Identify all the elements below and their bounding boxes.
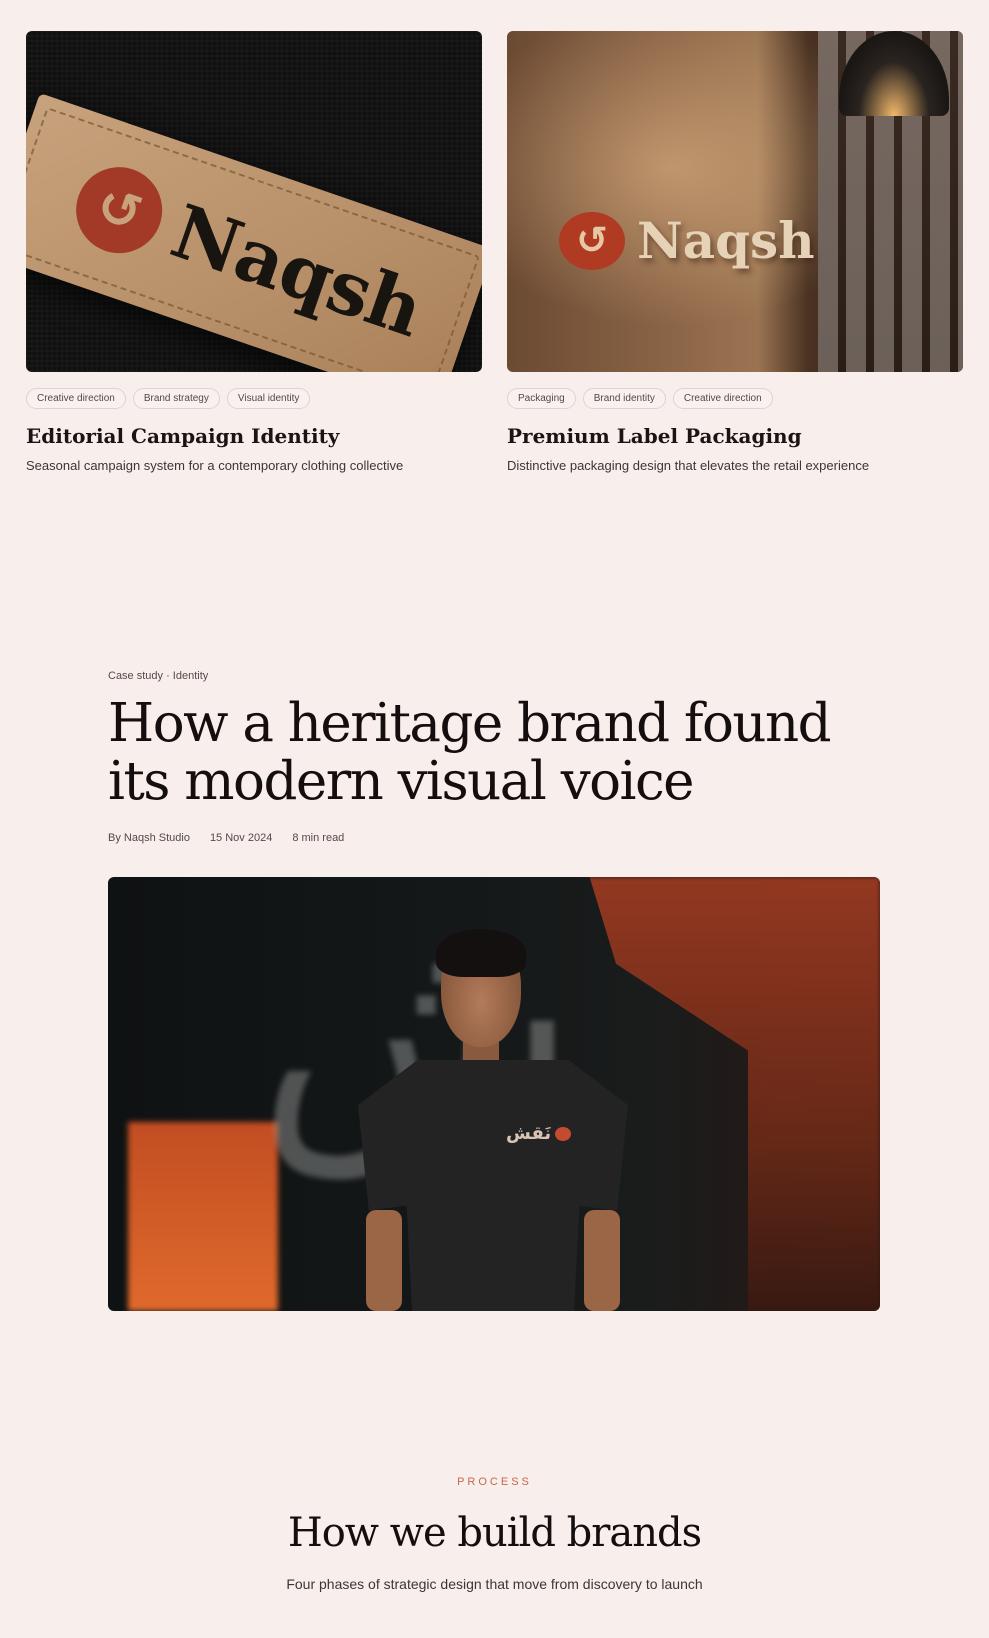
article-kicker: Case study · Identity — [108, 670, 209, 682]
model-arm-right — [584, 1210, 620, 1311]
model-figure: نَقش — [358, 929, 628, 1311]
tag: Creative direction — [672, 388, 773, 409]
tag: Packaging — [507, 388, 576, 409]
tshirt-logo-text: نَقش — [506, 1123, 552, 1143]
brand-wordmark: Naqsh — [160, 188, 433, 354]
article-author: By Naqsh Studio — [108, 832, 190, 844]
project-grid: ↺ Naqsh Creative direction Brand strateg… — [26, 31, 963, 473]
article-meta: By Naqsh Studio 15 Nov 2024 8 min read — [108, 832, 881, 844]
tag-list: Creative direction Brand strategy Visual… — [26, 388, 482, 409]
article-date: 15 Nov 2024 — [209, 832, 273, 844]
tag: Brand identity — [582, 388, 666, 409]
process-kicker: PROCESS — [457, 1476, 532, 1488]
process-section: PROCESS How we build brands Four phases … — [0, 1476, 989, 1592]
tag: Brand strategy — [132, 388, 220, 409]
project-description: Seasonal campaign system for a contempor… — [26, 458, 404, 473]
brand-mark-icon — [555, 1127, 572, 1142]
woven-label-graphic: ↺ Naqsh — [26, 93, 482, 372]
project-title[interactable]: Editorial Campaign Identity — [26, 424, 482, 448]
article-read-time: 8 min read — [292, 832, 345, 844]
project-card[interactable]: ↺ Naqsh Creative direction Brand strateg… — [26, 31, 482, 473]
wall-signage: ↺ Naqsh — [559, 211, 815, 270]
tag-list: Packaging Brand identity Creative direct… — [507, 388, 963, 409]
brand-mark-icon: ↺ — [64, 155, 174, 265]
brand-mark-icon: ↺ — [559, 211, 625, 270]
tshirt-logo: نَقش — [506, 1123, 572, 1144]
process-title: How we build brands — [287, 1510, 702, 1556]
article-headline: How a heritage brand found its modern vi… — [108, 693, 832, 812]
project-title[interactable]: Premium Label Packaging — [507, 424, 963, 448]
tag: Creative direction — [26, 388, 126, 409]
project-image[interactable]: ↺ Naqsh — [26, 31, 482, 372]
brand-wordmark: Naqsh — [637, 211, 815, 270]
case-study-article: Case study · Identity How a heritage bra… — [108, 670, 881, 1311]
project-card[interactable]: ↺ Naqsh Packaging Brand identity Creativ… — [507, 31, 963, 473]
project-image[interactable]: ↺ Naqsh — [507, 31, 963, 372]
project-description: Distinctive packaging design that elevat… — [507, 458, 870, 473]
tag: Visual identity — [226, 388, 311, 409]
model-arm-left — [366, 1210, 402, 1311]
hero-orange-block — [128, 1122, 278, 1311]
article-hero-image: ش نَقش — [108, 877, 880, 1311]
model-hair — [436, 929, 526, 977]
process-description: Four phases of strategic design that mov… — [286, 1576, 703, 1592]
